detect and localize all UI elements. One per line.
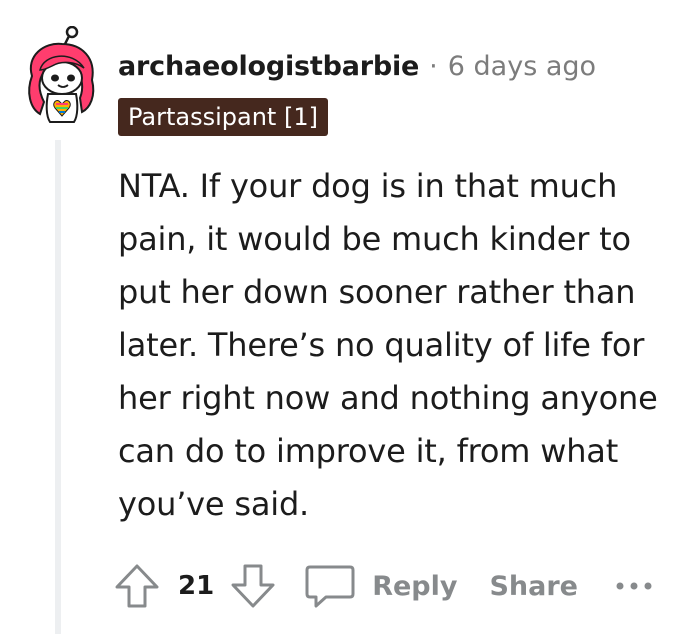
avatar[interactable] xyxy=(22,25,98,126)
snoo-avatar-icon xyxy=(28,25,95,123)
downvote-button[interactable] xyxy=(228,561,278,611)
share-button[interactable]: Share xyxy=(489,571,578,602)
ellipsis-icon xyxy=(616,582,652,590)
comment: archaeologistbarbie · 6 days ago Partass… xyxy=(0,0,700,634)
thread-collapse-line[interactable] xyxy=(55,140,61,634)
meta-separator: · xyxy=(429,50,438,82)
timestamp[interactable]: 6 days ago xyxy=(448,51,596,82)
upvote-button[interactable] xyxy=(112,561,162,611)
reply-label: Reply xyxy=(372,570,458,602)
speech-bubble-icon xyxy=(305,565,355,608)
more-options-button[interactable] xyxy=(614,580,654,592)
user-flair: Partassipant [1] xyxy=(118,98,328,136)
vote-count: 21 xyxy=(178,571,215,601)
reply-button[interactable]: Reply xyxy=(304,563,457,609)
comment-meta: archaeologistbarbie · 6 days ago xyxy=(118,46,596,86)
username-link[interactable]: archaeologistbarbie xyxy=(118,51,419,82)
downvote-arrow-icon xyxy=(231,564,275,608)
upvote-arrow-icon xyxy=(115,564,159,608)
comment-actions: 21 Reply Share xyxy=(112,558,654,614)
comment-body: NTA. If your dog is in that much pain, i… xyxy=(118,167,658,523)
